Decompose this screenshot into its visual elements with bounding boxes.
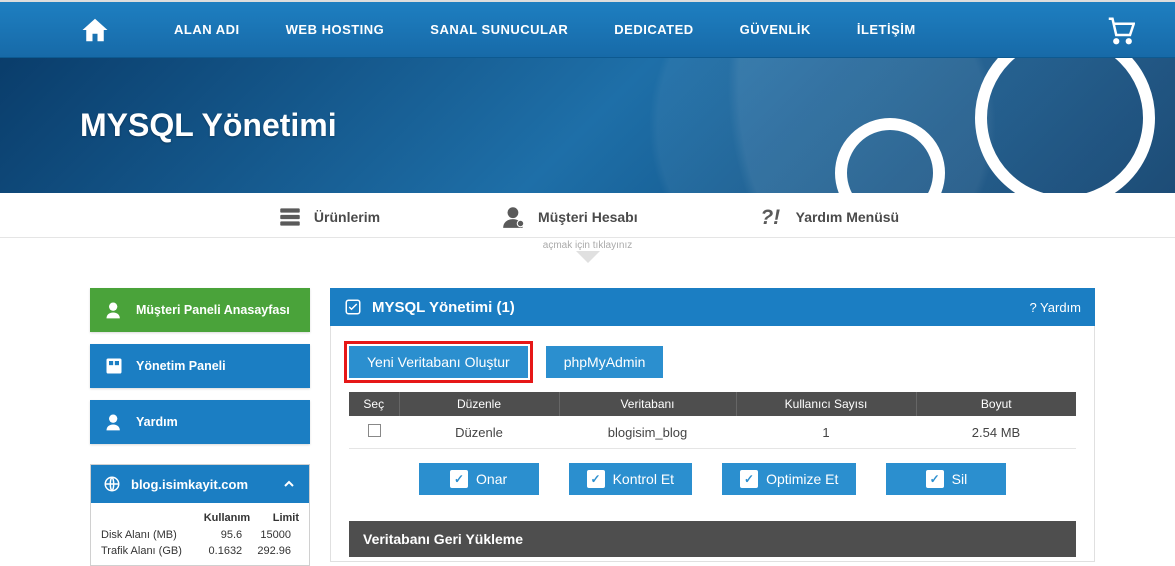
nav-iletisim[interactable]: İLETİŞİM (843, 14, 930, 45)
stat-label: Trafik Alanı (GB) (101, 543, 196, 559)
stat-limit: 15000 (250, 527, 299, 543)
save-icon: ✓ (926, 470, 944, 488)
user-gear-icon (500, 203, 528, 231)
create-database-button[interactable]: Yeni Veritabanı Oluştur (349, 346, 528, 378)
button-label: Sil (952, 471, 968, 487)
optimize-button[interactable]: ✓ Optimize Et (722, 463, 856, 495)
panel-header: MYSQL Yönetimi (1) ? Yardım (330, 288, 1095, 326)
database-table: Seç Düzenle Veritabanı Kullanıcı Sayısı … (349, 392, 1076, 449)
globe-icon (103, 475, 121, 493)
panel-help-link[interactable]: ? Yardım (1029, 300, 1081, 315)
svg-text:?!: ?! (760, 206, 780, 229)
user-icon (104, 300, 124, 320)
save-icon: ✓ (450, 470, 468, 488)
col-limit: Limit (250, 509, 299, 527)
hero-banner: MYSQL Yönetimi (0, 58, 1175, 193)
db-size: 2.54 MB (916, 416, 1076, 449)
nav-web-hosting[interactable]: WEB HOSTING (272, 14, 399, 45)
help-icon: ?! (758, 203, 786, 231)
edit-link[interactable]: Düzenle (455, 425, 503, 440)
sidebar-panel-button[interactable]: Yönetim Paneli (90, 344, 310, 388)
restore-section-header: Veritabanı Geri Yükleme (349, 521, 1076, 557)
save-icon: ✓ (587, 470, 605, 488)
check-icon (344, 298, 362, 316)
col-size: Boyut (916, 392, 1076, 416)
sidebar: Müşteri Paneli Anasayfası Yönetim Paneli… (90, 288, 310, 566)
home-icon[interactable] (80, 15, 120, 45)
page-title: MYSQL Yönetimi (80, 107, 337, 144)
table-row: Disk Alanı (MB) 95.6 15000 (101, 527, 299, 543)
save-icon: ✓ (740, 470, 758, 488)
chevron-down-icon (576, 251, 600, 263)
delete-button[interactable]: ✓ Sil (886, 463, 1006, 495)
submenu-hint: açmak için tıklayınız (543, 240, 632, 251)
col-edit: Düzenle (399, 392, 559, 416)
submenu-label: Müşteri Hesabı (538, 209, 638, 225)
stat-usage: 95.6 (196, 527, 250, 543)
button-label: Onar (476, 471, 507, 487)
submenu-yardim[interactable]: ?! Yardım Menüsü (758, 203, 899, 231)
dashboard-icon (104, 356, 124, 376)
submenu-musteri-hesabi[interactable]: Müşteri Hesabı (500, 203, 638, 231)
col-usage: Kullanım (196, 509, 250, 527)
phpmyadmin-button[interactable]: phpMyAdmin (546, 346, 664, 378)
stat-limit: 292.96 (250, 543, 299, 559)
panel-title: MYSQL Yönetimi (1) (372, 299, 515, 316)
user-help-icon (104, 412, 124, 432)
repair-button[interactable]: ✓ Onar (419, 463, 539, 495)
sidebar-label: Yardım (136, 415, 178, 429)
cart-icon[interactable] (1105, 15, 1135, 45)
col-select: Seç (349, 392, 399, 416)
nav-dedicated[interactable]: DEDICATED (600, 14, 707, 45)
submenu-label: Ürünlerim (314, 209, 380, 225)
check-button[interactable]: ✓ Kontrol Et (569, 463, 692, 495)
nav-sanal-sunucular[interactable]: SANAL SUNUCULAR (416, 14, 582, 45)
nav-alan-adi[interactable]: ALAN ADI (160, 14, 254, 45)
domain-panel-header[interactable]: blog.isimkayit.com (91, 465, 309, 503)
chevron-up-icon (281, 476, 297, 492)
col-users: Kullanıcı Sayısı (736, 392, 916, 416)
domain-panel: blog.isimkayit.com Kullanım Limit Disk A… (90, 464, 310, 566)
db-name: blogisim_blog (559, 416, 736, 449)
col-db: Veritabanı (559, 392, 736, 416)
top-navbar: ALAN ADI WEB HOSTING SANAL SUNUCULAR DED… (0, 0, 1175, 58)
stat-label: Disk Alanı (MB) (101, 527, 196, 543)
button-label: Kontrol Et (613, 471, 674, 487)
button-label: Optimize Et (766, 471, 838, 487)
nav-guvenlik[interactable]: GÜVENLİK (726, 14, 825, 45)
sidebar-label: Yönetim Paneli (136, 359, 226, 373)
submenu-bar: Ürünlerim Müşteri Hesabı ?! Yardım Menüs… (0, 193, 1175, 238)
submenu-label: Yardım Menüsü (796, 209, 899, 225)
row-checkbox[interactable] (368, 424, 381, 437)
submenu-urunlerim[interactable]: Ürünlerim (276, 203, 380, 231)
server-icon (276, 203, 304, 231)
stat-usage: 0.1632 (196, 543, 250, 559)
sidebar-home-button[interactable]: Müşteri Paneli Anasayfası (90, 288, 310, 332)
sidebar-help-button[interactable]: Yardım (90, 400, 310, 444)
domain-name: blog.isimkayit.com (131, 477, 248, 492)
user-count: 1 (736, 416, 916, 449)
table-row: Trafik Alanı (GB) 0.1632 292.96 (101, 543, 299, 559)
main-content: MYSQL Yönetimi (1) ? Yardım Yeni Veritab… (330, 288, 1095, 562)
domain-stats-table: Kullanım Limit Disk Alanı (MB) 95.6 1500… (101, 509, 299, 559)
table-row: Düzenle blogisim_blog 1 2.54 MB (349, 416, 1076, 449)
sidebar-label: Müşteri Paneli Anasayfası (136, 303, 290, 317)
